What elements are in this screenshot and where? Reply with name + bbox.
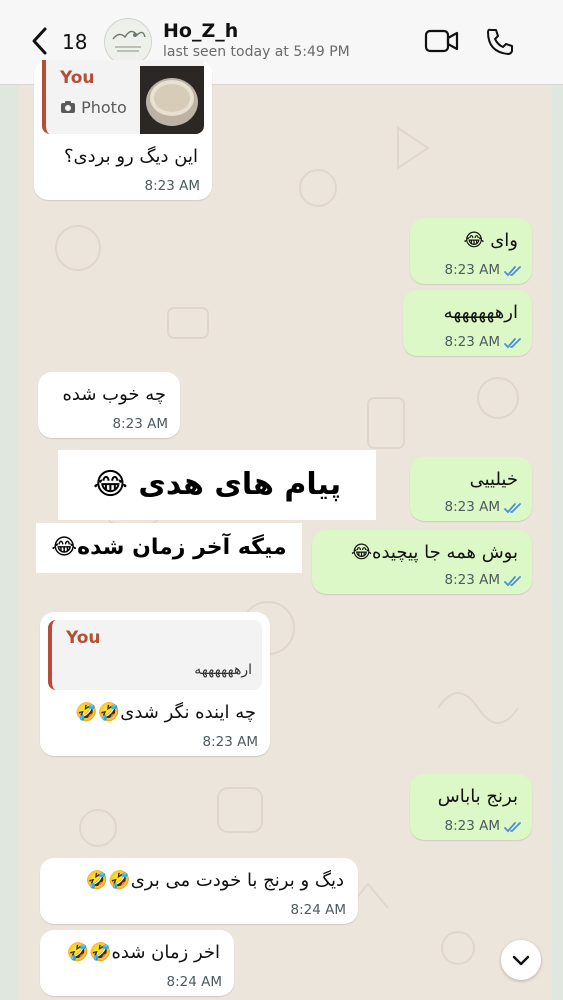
message-time: 8:23 AM (444, 499, 501, 515)
chevron-down-icon (512, 955, 530, 966)
chevron-left-icon[interactable] (30, 26, 48, 62)
double-check-icon (504, 266, 521, 277)
camera-icon (61, 101, 75, 113)
last-seen-status: last seen today at 5:49 PM (163, 44, 350, 60)
quote-author: You (60, 68, 95, 88)
message-bubble-incoming[interactable]: دیگ و برنج با خودت می بری🤣🤣 8:24 AM (40, 858, 358, 924)
message-text: چه اینده نگر شدی🤣🤣 (75, 702, 256, 723)
sticker-line-1: پیام های هدی 😂 (58, 450, 376, 520)
message-bubble-outgoing[interactable]: بوش همه جا پیچیده😂 8:23 AM (312, 530, 532, 594)
message-time: 8:23 AM (444, 334, 501, 350)
message-bubble-incoming[interactable]: چه خوب شده 8:23 AM (38, 372, 180, 438)
message-time: 8:23 AM (444, 818, 501, 834)
message-text: برنج باباس (437, 786, 518, 807)
double-check-icon (504, 822, 521, 833)
message-bubble-incoming[interactable]: اخر زمان شده🤣🤣 8:24 AM (40, 930, 234, 996)
sticker-line-2: میگه آخر زمان شده😂 (36, 523, 302, 573)
message-bubble-outgoing[interactable]: خیلییی 8:23 AM (410, 457, 532, 521)
message-bubble-outgoing[interactable]: برنج باباس 8:23 AM (410, 774, 532, 840)
quoted-message[interactable]: You Photo (42, 60, 204, 134)
phone-icon[interactable] (485, 27, 515, 61)
double-check-icon (504, 338, 521, 349)
message-text: این دیگ رو بردی؟ (64, 146, 198, 167)
message-text: ارههههههه (443, 302, 518, 323)
message-time: 8:23 AM (444, 262, 501, 278)
double-check-icon (504, 576, 521, 587)
contact-name[interactable]: Ho_Z_h (163, 20, 238, 42)
message-text: خیلییی (469, 469, 518, 490)
message-text: چه خوب شده (62, 384, 166, 405)
back-unread-count[interactable]: 18 (62, 30, 87, 54)
message-time: 8:23 AM (112, 416, 169, 432)
message-time: 8:24 AM (166, 974, 223, 990)
message-bubble-incoming[interactable]: You Photo این دیگ رو بردی؟ 8:23 AM (34, 60, 212, 200)
message-time: 8:23 AM (202, 734, 259, 750)
scroll-to-bottom-button[interactable] (501, 940, 541, 980)
quote-photo-text: Photo (81, 98, 127, 117)
message-text: بوش همه جا پیچیده😂 (350, 542, 518, 563)
quote-author: You (66, 628, 101, 648)
message-bubble-outgoing[interactable]: ارههههههه 8:23 AM (403, 290, 532, 356)
double-check-icon (504, 503, 521, 514)
video-call-icon[interactable] (424, 28, 460, 58)
message-text: دیگ و برنج با خودت می بری🤣🤣 (85, 870, 344, 891)
message-time: 8:24 AM (290, 902, 347, 918)
message-text: وای 😂 (463, 230, 518, 251)
message-text: اخر زمان شده🤣🤣 (66, 942, 220, 963)
message-time: 8:23 AM (144, 178, 201, 194)
quoted-message[interactable]: You ارههههههه (48, 620, 262, 690)
message-time: 8:23 AM (444, 572, 501, 588)
message-bubble-outgoing[interactable]: وای 😂 8:23 AM (410, 218, 532, 284)
message-bubble-incoming[interactable]: You ارههههههه چه اینده نگر شدی🤣🤣 8:23 AM (40, 612, 270, 756)
quote-photo-label: Photo (60, 98, 127, 117)
quote-text: ارههههههه (194, 662, 252, 678)
avatar[interactable] (104, 18, 152, 66)
quote-thumbnail[interactable] (140, 66, 204, 134)
